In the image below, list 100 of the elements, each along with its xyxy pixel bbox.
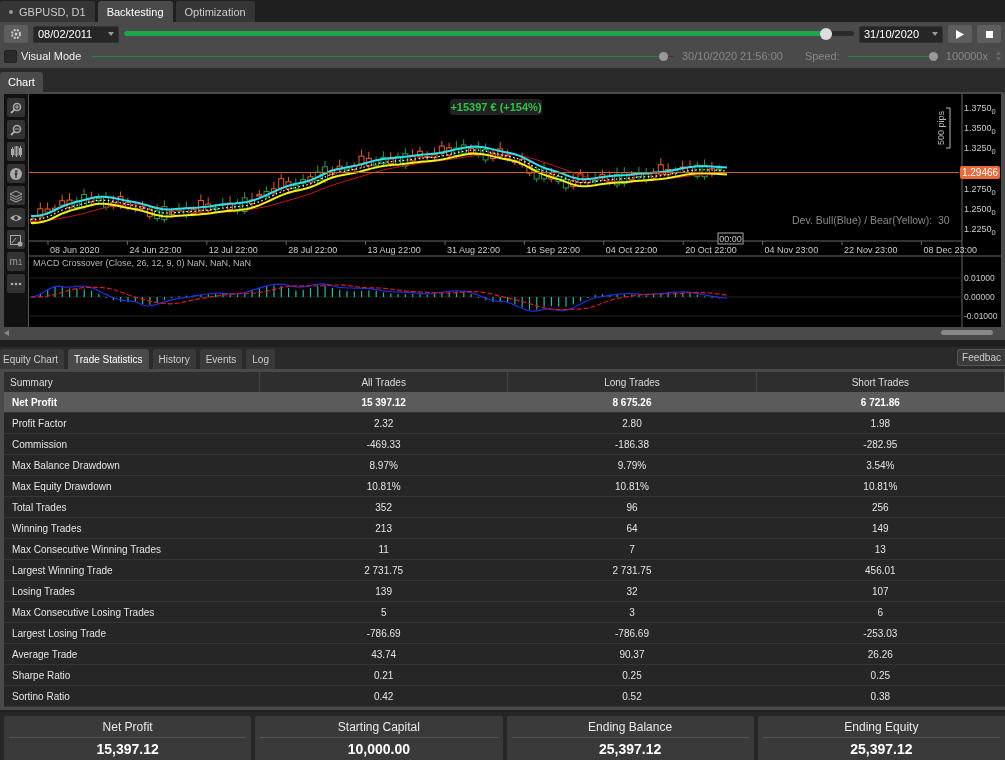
speed-slider[interactable] — [847, 51, 938, 61]
date-tick-label: 16 Sep 22:00 — [526, 245, 580, 255]
feedback-button[interactable]: Feedbac — [957, 349, 1005, 366]
eye-icon[interactable] — [7, 208, 25, 227]
table-cell: 13 — [756, 538, 1005, 560]
date-tick-label: 04 Oct 22:00 — [605, 245, 658, 255]
table-cell: 11 — [259, 538, 508, 560]
table-cell: Losing Trades — [4, 580, 260, 602]
table-cell: 0.21 — [259, 664, 508, 686]
table-cell: 15 397.12 — [259, 392, 508, 413]
speed-value: 100000x — [945, 50, 988, 62]
stop-icon — [985, 30, 993, 38]
table-cell: Largest Losing Trade — [4, 622, 260, 644]
end-date-field[interactable]: 31/10/2020 — [859, 25, 943, 43]
chart-settings-icon[interactable] — [7, 230, 25, 249]
layers-icon[interactable] — [7, 186, 25, 205]
table-cell: Winning Trades — [4, 517, 260, 539]
card-value: 15,397.12 — [95, 740, 160, 757]
indicator-tick-label: -0.01000 — [964, 311, 998, 321]
visual-mode-label: Visual Mode — [21, 50, 82, 62]
table-cell: -786.69 — [507, 622, 757, 644]
circle-icon[interactable] — [7, 164, 25, 183]
zoom-in-icon[interactable] — [7, 98, 25, 117]
table-cell: 0.52 — [507, 685, 757, 707]
panel-tab[interactable]: Trade Statistics — [68, 349, 149, 369]
card-label: Ending Balance — [511, 720, 749, 738]
gear-icon — [10, 28, 22, 40]
price-tick-label: 1.3750$_{0}$ — [964, 103, 996, 115]
panel-tab[interactable]: Log — [246, 349, 275, 369]
table-cell: Max Balance Drawdown — [4, 454, 260, 476]
spinner-icon — [996, 51, 1001, 61]
table-cell: Max Consecutive Winning Trades — [4, 538, 260, 560]
table-cell: 6 721.86 — [756, 392, 1005, 413]
table-cell: 9.79% — [507, 454, 757, 476]
card-value: 25,397.12 — [597, 740, 663, 757]
date-range-slider[interactable] — [124, 28, 854, 40]
tab[interactable]: GBPUSD, D1 — [0, 1, 95, 22]
speed-label: Speed: — [804, 50, 840, 62]
candlestick-icon[interactable] — [7, 142, 25, 161]
table-cell: 10.81% — [507, 475, 757, 497]
stop-button[interactable] — [977, 25, 1001, 43]
indicator-tick-label: 0.01000 — [964, 273, 995, 283]
tab[interactable]: Backtesting — [97, 1, 173, 22]
date-tick-label: 08 Jun 2020 — [50, 245, 100, 255]
price-tick-label: 1.3500$_{0}$ — [964, 123, 996, 135]
position-time: 30/10/2020 21:56:00 — [681, 50, 783, 62]
column-header: All Trades — [259, 372, 508, 392]
table-cell: 139 — [259, 580, 508, 602]
column-header: Long Trades — [507, 372, 757, 392]
tab[interactable]: Optimization — [175, 1, 255, 22]
panel-tab[interactable]: Events — [199, 349, 243, 369]
table-cell: 90.37 — [507, 643, 757, 665]
table-cell: 0.38 — [756, 685, 1005, 707]
card-value: 10,000.00 — [346, 740, 411, 757]
table-cell: 26.26 — [756, 643, 1005, 665]
scrollbar-thumb[interactable] — [941, 330, 993, 335]
table-cell: 96 — [507, 496, 757, 518]
table-cell: 10.81% — [259, 475, 508, 497]
profit-badge: +15397 € (+154%) — [450, 99, 542, 115]
price-tick-label: 1.2500$_{0}$ — [964, 204, 996, 216]
play-button[interactable] — [948, 25, 972, 43]
zoom-out-icon[interactable] — [7, 120, 25, 139]
table-cell: -282.95 — [756, 433, 1005, 455]
dot-icon — [9, 9, 13, 14]
caret-icon — [932, 32, 938, 36]
table-cell: 3 — [507, 601, 757, 623]
visual-mode-checkbox[interactable] — [4, 49, 17, 63]
table-cell: Max Consecutive Losing Trades — [4, 601, 260, 623]
table-cell: -786.69 — [259, 622, 508, 644]
table-cell: Average Trade — [4, 643, 260, 665]
table-cell: 149 — [756, 517, 1005, 539]
card-label: Ending Equity — [762, 720, 1000, 738]
start-date-field[interactable]: 08/02/2011 — [33, 25, 119, 43]
table-cell: 0.25 — [507, 664, 757, 686]
chart-tab[interactable]: Chart — [0, 72, 43, 92]
date-tick-label: 24 Jun 22:00 — [129, 245, 182, 255]
price-tick-label: 1.2250$_{0}$ — [964, 224, 996, 236]
position-slider[interactable] — [92, 51, 674, 61]
table-cell: 64 — [507, 517, 757, 539]
more-icon[interactable] — [7, 274, 25, 293]
table-cell: 0.25 — [756, 664, 1005, 686]
table-cell: Net Profit — [4, 392, 260, 413]
date-tick-label: 20 Oct 22:00 — [685, 245, 737, 255]
current-price-badge: 1.29466 — [960, 166, 1000, 179]
scroll-left-icon[interactable] — [4, 329, 9, 336]
table-cell: 0.42 — [259, 685, 508, 707]
panel-tab[interactable]: Equity Chart — [0, 349, 65, 369]
card-label: Net Profit — [9, 720, 247, 738]
table-cell: 456.01 — [756, 559, 1005, 581]
table-cell: 352 — [259, 496, 508, 518]
table-cell: 107 — [756, 580, 1005, 602]
settings-button[interactable] — [4, 25, 28, 43]
table-cell: Commission — [4, 433, 260, 455]
date-tick-label: 04 Nov 23:00 — [764, 245, 819, 255]
table-cell: 8 675.26 — [507, 392, 757, 413]
panel-tab[interactable]: History — [152, 349, 196, 369]
table-cell: Largest Winning Trade — [4, 559, 260, 581]
indicator-note: Dev. Bull(Blue) / Bear(Yellow): 30 — [792, 214, 950, 226]
table-cell: Profit Factor — [4, 412, 260, 434]
column-header: Summary — [4, 372, 260, 392]
